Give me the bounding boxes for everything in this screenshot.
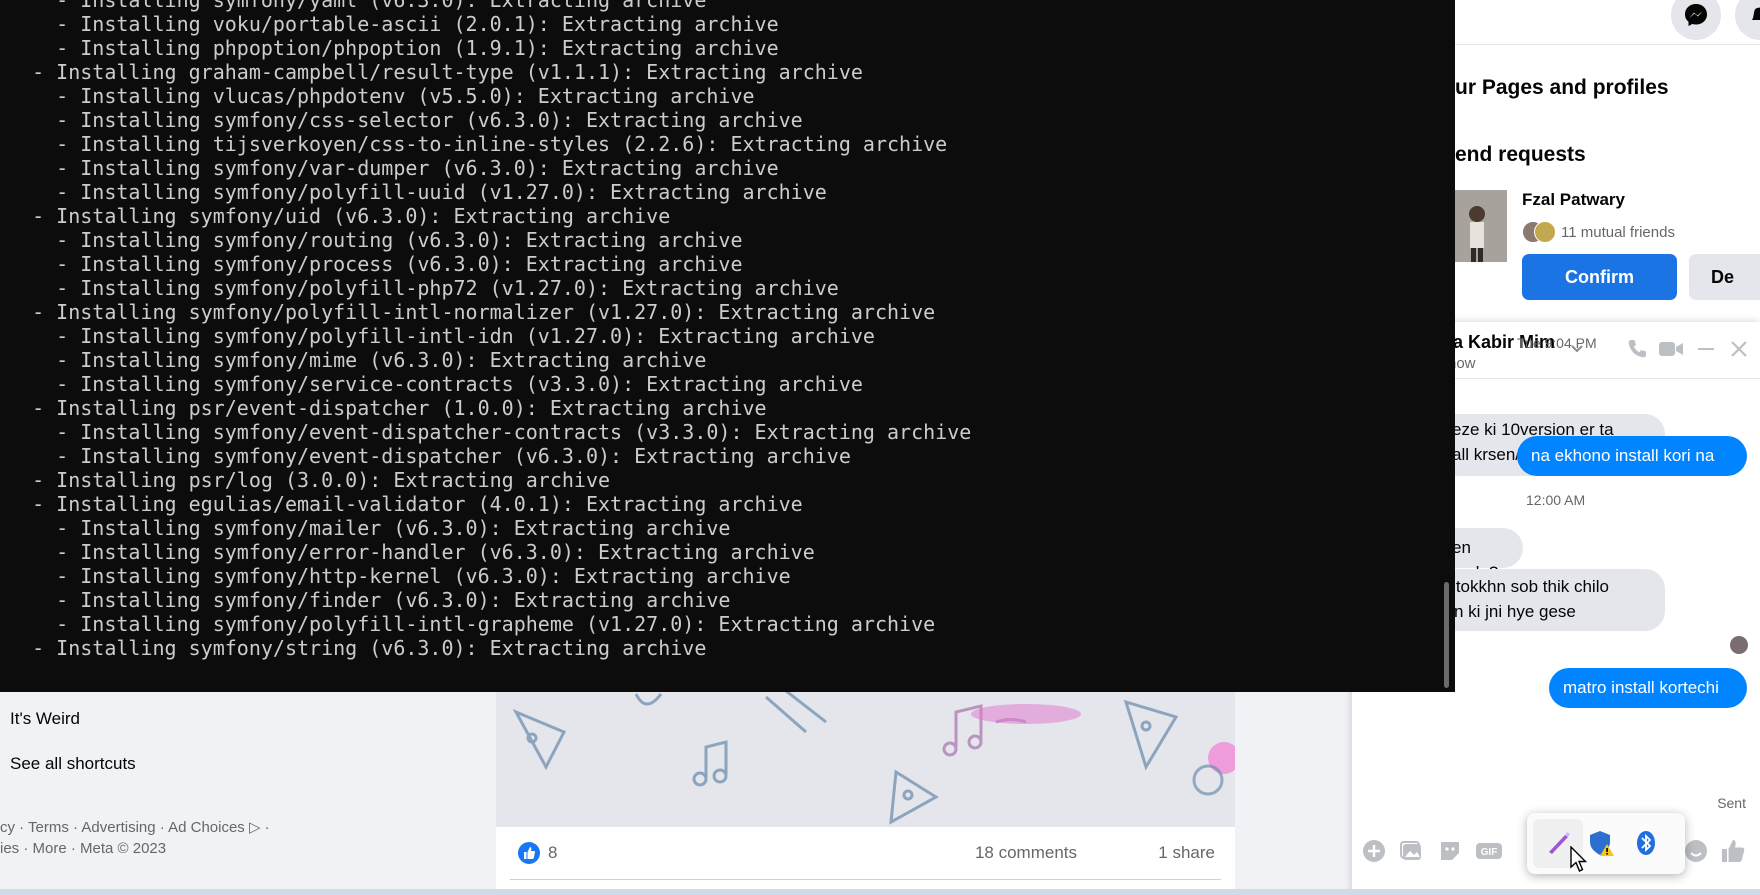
mutual-friends-avatars: [1522, 221, 1558, 243]
gif-label: GIF: [1481, 847, 1498, 858]
outgoing-message[interactable]: na ekhono install kori na: [1517, 436, 1747, 476]
terminal-window[interactable]: - Installing symfony/yaml (v6.3.0): Extr…: [0, 0, 1455, 692]
terminal-scrollbar[interactable]: [1444, 582, 1449, 688]
footer-links-line1[interactable]: cy · Terms · Advertising · Ad Choices ▷ …: [0, 818, 270, 836]
feed-post: 8 18 comments 1 share: [496, 692, 1235, 895]
comments-count-link[interactable]: 18 comments: [975, 843, 1077, 863]
terminal-line: - Installing symfony/polyfill-intl-idn (…: [8, 324, 875, 348]
see-all-shortcuts-link[interactable]: See all shortcuts: [10, 754, 136, 774]
like-count[interactable]: 8: [548, 843, 557, 863]
terminal-line: - Installing phpoption/phpoption (1.9.1)…: [8, 36, 779, 60]
close-icon[interactable]: [1726, 336, 1752, 362]
divider: [510, 879, 1221, 880]
message-timestamp: 12:00 AM: [1526, 492, 1586, 508]
sticker-icon[interactable]: [1436, 837, 1464, 865]
terminal-line: - Installing symfony/polyfill-php72 (v1.…: [8, 276, 839, 300]
phone-icon[interactable]: [1624, 336, 1650, 362]
gif-icon[interactable]: GIF: [1474, 837, 1504, 865]
terminal-line: - Installing tijsverkoyen/css-to-inline-…: [8, 132, 948, 156]
minimize-icon[interactable]: [1693, 336, 1719, 362]
shield-warning-icon[interactable]: [1587, 828, 1617, 858]
terminal-line: - Installing symfony/polyfill-intl-norma…: [8, 300, 936, 324]
bluetooth-icon[interactable]: [1631, 828, 1661, 858]
mutual-friends-count[interactable]: 11 mutual friends: [1561, 224, 1675, 241]
photo-icon[interactable]: [1398, 837, 1426, 865]
terminal-line: - Installing symfony/mime (v6.3.0): Extr…: [8, 348, 707, 372]
terminal-line: - Installing symfony/mailer (v6.3.0): Ex…: [8, 516, 731, 540]
terminal-line: - Installing symfony/event-dispatcher-co…: [8, 420, 972, 444]
terminal-line: - Installing graham-campbell/result-type…: [8, 60, 863, 84]
seen-avatar: [1730, 636, 1748, 654]
video-icon[interactable]: [1657, 336, 1683, 362]
terminal-line: - Installing symfony/process (v6.3.0): E…: [8, 252, 743, 276]
terminal-line: - Installing symfony/uid (v6.3.0): Extra…: [8, 204, 671, 228]
terminal-line: - Installing symfony/error-handler (v6.3…: [8, 540, 815, 564]
system-tray-overflow: [1527, 813, 1685, 874]
party-pattern-illustration: [512, 692, 1235, 825]
emoji-icon[interactable]: [1682, 837, 1710, 865]
confirm-button[interactable]: Confirm: [1522, 254, 1677, 300]
mouse-cursor-icon: [1570, 845, 1588, 874]
footer-links-line2[interactable]: ies · More · Meta © 2023: [0, 840, 166, 857]
shares-count-link[interactable]: 1 share: [1158, 843, 1215, 863]
like-thumb-icon[interactable]: [1718, 837, 1746, 865]
notifications-icon[interactable]: [1735, 0, 1760, 40]
terminal-line: - Installing symfony/finder (v6.3.0): Ex…: [8, 588, 731, 612]
terminal-line: - Installing symfony/string (v6.3.0): Ex…: [8, 636, 707, 660]
terminal-line: - Installing vlucas/phpdotenv (v5.5.0): …: [8, 84, 755, 108]
avatar[interactable]: [1455, 190, 1507, 262]
incoming-message[interactable]: r etokkhn sob thik chilo ekn ki jni hye …: [1422, 569, 1665, 631]
delete-button[interactable]: De: [1689, 254, 1760, 300]
your-pages-heading: ur Pages and profiles: [1455, 76, 1669, 99]
terminal-line: - Installing symfony/polyfill-intl-graph…: [8, 612, 936, 636]
terminal-line: - Installing voku/portable-ascii (2.0.1)…: [8, 12, 779, 36]
request-sender-name[interactable]: Fzal Patwary: [1522, 190, 1625, 210]
sent-status: Sent: [1717, 795, 1746, 811]
friend-requests-heading: end requests: [1455, 143, 1586, 166]
post-image[interactable]: [496, 692, 1235, 827]
plus-icon[interactable]: [1360, 837, 1388, 865]
terminal-line: - Installing symfony/yaml (v6.3.0): Extr…: [8, 0, 707, 12]
terminal-line: - Installing symfony/routing (v6.3.0): E…: [8, 228, 743, 252]
message-text: ekn ki jni hye gese: [1436, 602, 1576, 621]
message-text: r etokkhn sob thik chilo: [1436, 577, 1609, 596]
message-timestamp: Tue 9:04 PM: [1517, 335, 1597, 351]
post-reactions-bar: 8 18 comments 1 share: [496, 827, 1235, 877]
terminal-line: - Installing symfony/polyfill-uuid (v1.2…: [8, 180, 827, 204]
terminal-line: - Installing symfony/http-kernel (v6.3.0…: [8, 564, 791, 588]
terminal-line: - Installing egulias/email-validator (4.…: [8, 492, 803, 516]
terminal-line: - Installing symfony/service-contracts (…: [8, 372, 863, 396]
terminal-line: - Installing symfony/css-selector (v6.3.…: [8, 108, 803, 132]
pen-icon[interactable]: [1543, 828, 1573, 858]
messenger-icon[interactable]: [1671, 0, 1721, 40]
terminal-line: - Installing symfony/var-dumper (v6.3.0)…: [8, 156, 779, 180]
left-shortcuts-panel: It's Weird See all shortcuts cy · Terms …: [0, 692, 495, 895]
shortcut-item[interactable]: It's Weird: [10, 709, 80, 729]
outgoing-message[interactable]: matro install kortechi: [1549, 668, 1747, 708]
taskbar-edge: [0, 889, 1760, 895]
terminal-line: - Installing psr/log (3.0.0): Extracting…: [8, 468, 611, 492]
divider: [1455, 44, 1760, 45]
like-reaction-icon: [518, 842, 540, 864]
terminal-line: - Installing symfony/event-dispatcher (v…: [8, 444, 851, 468]
terminal-line: - Installing psr/event-dispatcher (1.0.0…: [8, 396, 767, 420]
